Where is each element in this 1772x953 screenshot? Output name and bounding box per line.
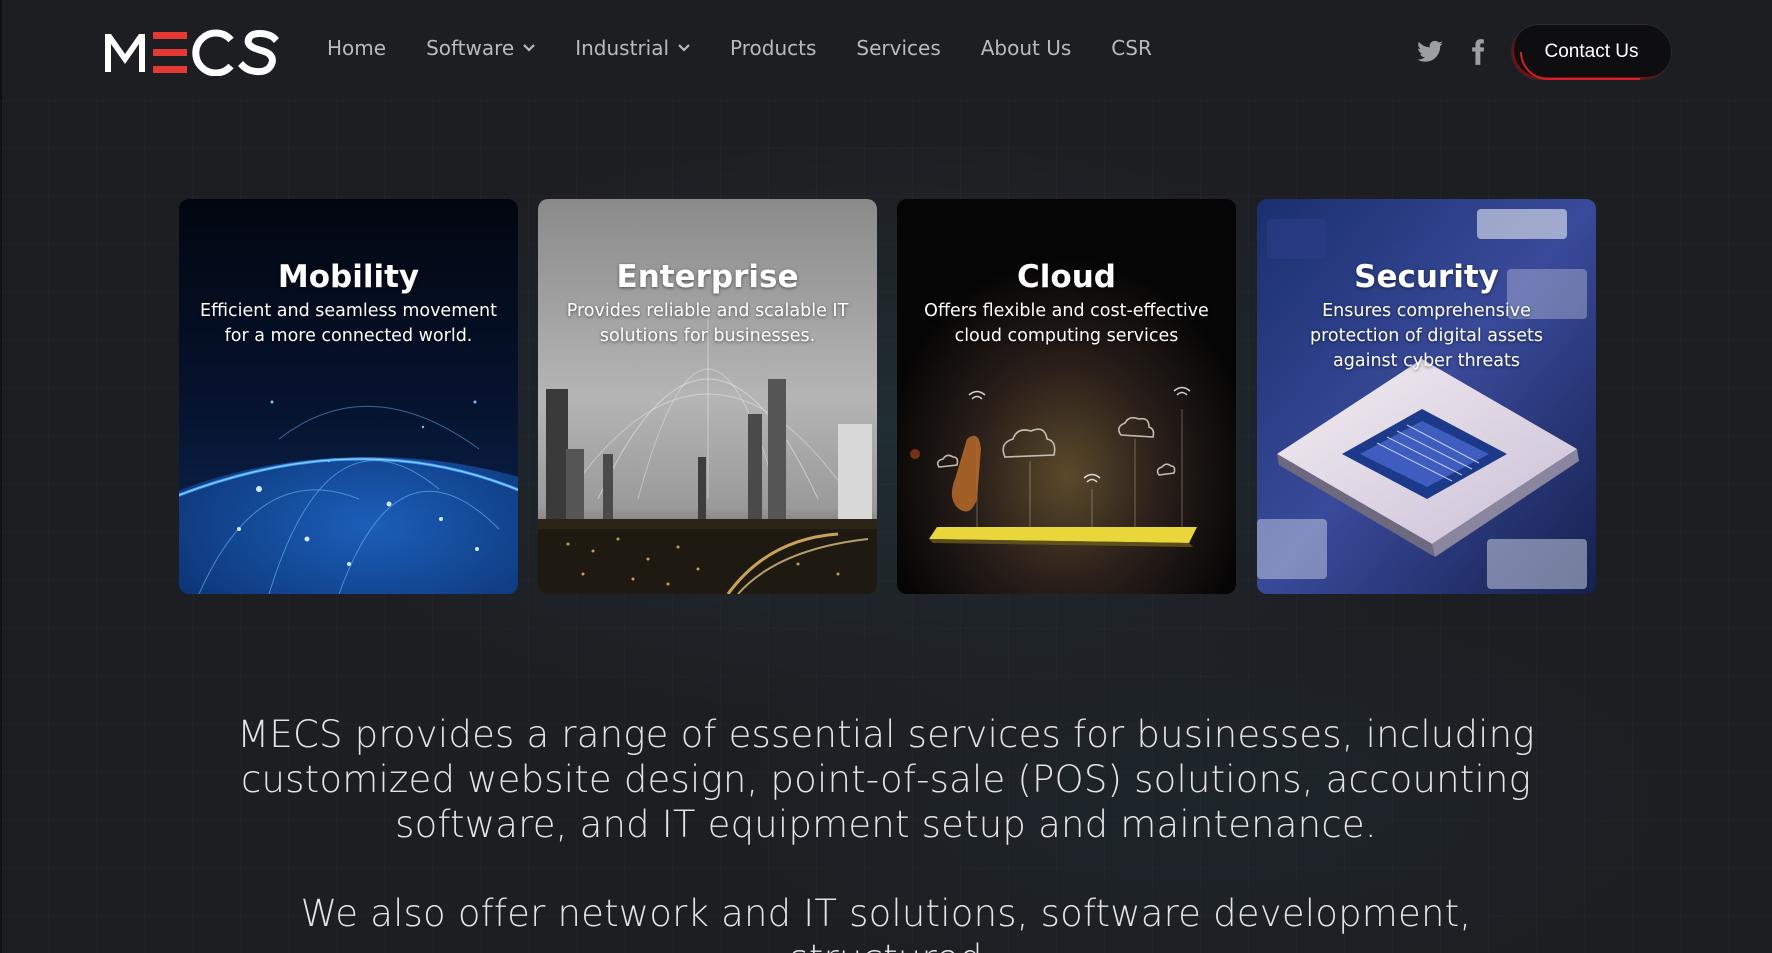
contact-us-label: Contact Us: [1544, 41, 1639, 62]
card-title: Cloud: [1017, 259, 1116, 295]
card-description: Offers flexible and cost-effective cloud…: [924, 301, 1209, 346]
twitter-icon[interactable]: [1416, 38, 1444, 66]
card-mobility[interactable]: Mobility Efficient and seamless movement…: [179, 199, 518, 594]
card-security[interactable]: Security Ensures comprehensive protectio…: [1257, 199, 1596, 594]
nav-products[interactable]: Products: [730, 36, 816, 60]
nav-products-label: Products: [730, 36, 817, 60]
nav-industrial[interactable]: Industrial: [575, 36, 690, 60]
nav-csr[interactable]: CSR: [1111, 36, 1152, 60]
intro-paragraph: MECS provides a range of essential servi…: [237, 713, 1535, 846]
card-title: Mobility: [277, 259, 420, 295]
card-description: Efficient and seamless movement for a mo…: [200, 301, 497, 346]
nav-services-label: Services: [856, 36, 941, 60]
nav-software-label: Software: [426, 36, 515, 60]
nav-home[interactable]: Home: [327, 36, 386, 60]
card-description: Ensures comprehensive protection of digi…: [1309, 301, 1544, 371]
card-title: Security: [1354, 259, 1499, 295]
card-title: Enterprise: [616, 259, 799, 295]
card-enterprise[interactable]: Enterprise Provides reliable and scalabl…: [538, 199, 877, 594]
card-description: Provides reliable and scalable IT soluti…: [566, 301, 849, 346]
facebook-icon[interactable]: [1464, 38, 1492, 66]
chevron-down-icon: [523, 44, 536, 52]
nav-services[interactable]: Services: [856, 36, 940, 60]
nav-software[interactable]: Software: [426, 36, 536, 60]
nav-home-label: Home: [327, 36, 387, 60]
mecs-logo[interactable]: [101, 28, 279, 77]
main-nav: Home Software Industrial Products Servic…: [327, 36, 1192, 60]
nav-about-us-label: About Us: [980, 36, 1072, 60]
chevron-down-icon: [678, 44, 690, 52]
contact-us-button[interactable]: Contact Us: [1511, 24, 1672, 80]
nav-csr-label: CSR: [1111, 36, 1152, 60]
nav-industrial-label: Industrial: [575, 36, 670, 60]
nav-about-us[interactable]: About Us: [981, 36, 1072, 60]
card-cloud[interactable]: Cloud Offers flexible and cost-effective…: [897, 199, 1236, 594]
site-header: Home Software Industrial Products Servic…: [0, 0, 1772, 104]
intro-paragraph-continued: We also offer network and IT solutions, …: [300, 892, 1472, 953]
